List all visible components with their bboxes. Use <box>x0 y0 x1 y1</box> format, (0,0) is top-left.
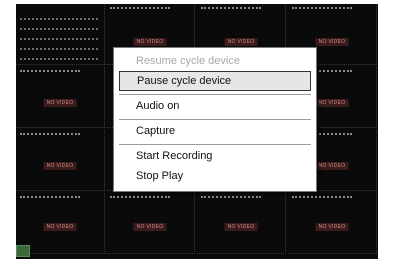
menu-item-pause-cycle-device[interactable]: Pause cycle device <box>119 71 311 91</box>
channel-caption <box>20 133 80 138</box>
menu-separator <box>119 94 311 95</box>
menu-separator <box>119 119 311 120</box>
no-video-label: NO VIDEO <box>315 38 349 46</box>
no-video-label: NO VIDEO <box>224 223 258 231</box>
menu-item-resume-cycle-device[interactable]: Resume cycle device <box>114 51 316 71</box>
no-video-label: NO VIDEO <box>43 223 77 231</box>
menu-separator <box>119 144 311 145</box>
channel-caption <box>110 7 170 12</box>
no-video-label: NO VIDEO <box>315 162 349 170</box>
channel-caption <box>292 7 352 12</box>
no-video-label: NO VIDEO <box>315 99 349 107</box>
channel-caption <box>20 196 80 201</box>
no-video-label: NO VIDEO <box>43 99 77 107</box>
menu-item-stop-play[interactable]: Stop Play <box>114 166 316 186</box>
selection-indicator-icon <box>16 245 30 257</box>
menu-item-start-recording[interactable]: Start Recording <box>114 146 316 166</box>
no-video-label: NO VIDEO <box>315 223 349 231</box>
channel-tile-9[interactable]: NO VIDEO <box>16 130 105 191</box>
menu-item-audio-on[interactable]: Audio on <box>114 96 316 116</box>
menu-item-capture[interactable]: Capture <box>114 121 316 141</box>
channel-caption <box>201 196 261 201</box>
channel-tile-16[interactable]: NO VIDEO <box>288 193 377 254</box>
channel-tile-5[interactable]: NO VIDEO <box>16 67 105 128</box>
channel-tile-14[interactable]: NO VIDEO <box>106 193 195 254</box>
no-video-label: NO VIDEO <box>224 38 258 46</box>
channel-tile-15[interactable]: NO VIDEO <box>197 193 286 254</box>
no-video-label: NO VIDEO <box>43 162 77 170</box>
channel-caption <box>20 70 80 75</box>
no-video-label: NO VIDEO <box>133 223 167 231</box>
channel-caption <box>110 196 170 201</box>
no-video-label: NO VIDEO <box>133 38 167 46</box>
channel-caption <box>201 7 261 12</box>
context-menu: Resume cycle device Pause cycle device A… <box>113 47 317 192</box>
channel-list-panel <box>20 12 98 62</box>
channel-tile-1[interactable] <box>16 4 105 65</box>
channel-caption <box>292 196 352 201</box>
